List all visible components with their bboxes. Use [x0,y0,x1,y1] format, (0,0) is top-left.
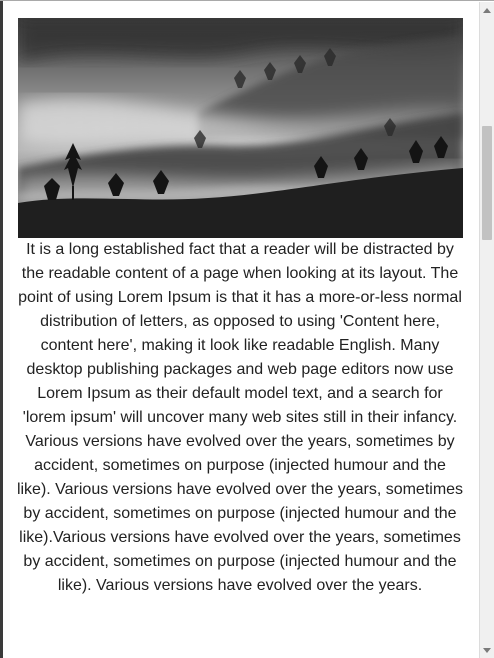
scroll-thumb[interactable] [482,126,492,240]
scroll-up-button[interactable] [480,2,494,18]
hero-image [18,18,463,238]
scroll-down-button[interactable] [480,642,494,658]
page-content: It is a long established fact that a rea… [3,2,479,658]
browser-viewport: It is a long established fact that a rea… [0,0,494,658]
article-body-text: It is a long established fact that a rea… [16,241,464,594]
misty-forest-image [18,18,463,238]
arrow-down-icon [483,647,491,653]
arrow-up-icon [483,7,491,13]
vertical-scrollbar[interactable] [479,2,494,658]
